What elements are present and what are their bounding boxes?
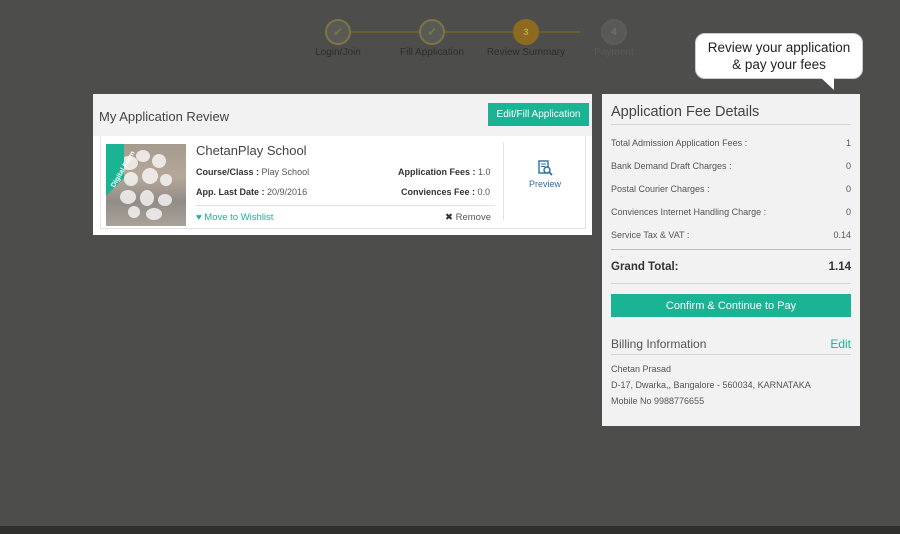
- step-label: Review Summary: [486, 47, 566, 58]
- fee-value: 0: [845, 206, 851, 217]
- fee-value: 0: [845, 160, 851, 171]
- review-header: My Application Review Edit/Fill Applicat…: [93, 94, 592, 136]
- grand-total-row: Grand Total: 1.14: [611, 259, 851, 275]
- progress-stepper: ✔ Login/Join ✔ Fill Application 3 Review…: [300, 0, 660, 70]
- fee-row: Conviences Internet Handling Charge : 0: [611, 200, 851, 223]
- step-login-join: ✔ Login/Join: [288, 19, 388, 58]
- close-icon: ✖: [445, 212, 453, 223]
- grand-total-label: Grand Total:: [611, 261, 679, 273]
- billing-title: Billing Information: [611, 337, 707, 351]
- fee-row: Postal Courier Charges : 0: [611, 177, 851, 200]
- remove-label: Remove: [455, 212, 491, 223]
- tooltip-line-1: Review your application: [707, 40, 851, 55]
- billing-header: Billing Information Edit: [611, 337, 851, 355]
- conv-fee-value: 0.0: [477, 187, 491, 197]
- conv-fee-label: Conviences Fee :: [401, 187, 476, 197]
- footer-bar: [0, 526, 900, 534]
- last-date-label: App. Last Date :: [196, 187, 265, 197]
- fee-rows: Total Admission Application Fees : 1 Ban…: [611, 131, 851, 246]
- school-image: Digital Form: [106, 144, 186, 226]
- total-divider: [611, 249, 851, 250]
- tooltip-line-2: & pay your fees: [732, 57, 826, 72]
- heart-icon: ♥: [196, 212, 202, 223]
- billing-mobile: Mobile No 9988776655: [611, 396, 705, 406]
- fee-label: Bank Demand Draft Charges :: [611, 160, 732, 171]
- app-fees-row: Application Fees : 1.0: [398, 167, 491, 177]
- step-number: 3: [513, 19, 539, 45]
- fee-value: 1: [845, 137, 851, 148]
- card-divider: [196, 205, 495, 206]
- step-fill-application: ✔ Fill Application: [382, 19, 482, 58]
- grand-total-divider: [611, 283, 851, 284]
- last-date-value: 20/9/2016: [267, 187, 308, 197]
- fee-row: Total Admission Application Fees : 1: [611, 131, 851, 154]
- school-name: ChetanPlay School: [196, 143, 307, 158]
- fee-label: Postal Courier Charges :: [611, 183, 710, 194]
- grand-total-value: 1.14: [828, 261, 851, 273]
- course-value: Play School: [261, 167, 310, 177]
- step-payment: 4 Payment: [564, 19, 664, 58]
- last-date-row: App. Last Date : 20/9/2016: [196, 187, 307, 197]
- step-review-summary: 3 Review Summary: [476, 19, 576, 58]
- document-search-icon: [525, 160, 565, 179]
- tour-tooltip: Review your application & pay your fees: [695, 33, 863, 90]
- fee-label: Conviences Internet Handling Charge :: [611, 206, 767, 217]
- fee-value: 0: [845, 183, 851, 194]
- fee-label: Total Admission Application Fees :: [611, 137, 748, 148]
- remove-link[interactable]: ✖ Remove: [445, 212, 491, 223]
- step-number: 4: [601, 19, 627, 45]
- fee-row: Service Tax & VAT : 0.14: [611, 223, 851, 246]
- card-divider-vertical: [503, 142, 504, 220]
- billing-name: Chetan Prasad: [611, 364, 672, 374]
- preview-label: Preview: [528, 179, 561, 189]
- fee-details-panel: Application Fee Details Total Admission …: [602, 94, 860, 426]
- edit-fill-application-button[interactable]: Edit/Fill Application: [488, 103, 589, 126]
- conv-fee-row: Conviences Fee : 0.0: [401, 187, 490, 197]
- fee-row: Bank Demand Draft Charges : 0: [611, 154, 851, 177]
- course-label: Course/Class :: [196, 167, 260, 177]
- billing-address: D-17, Dwarka,, Bangalore - 560034, KARNA…: [611, 380, 811, 390]
- wishlist-label: Move to Wishlist: [204, 212, 274, 223]
- preview-button[interactable]: Preview: [525, 160, 565, 189]
- step-label: Payment: [594, 47, 634, 58]
- step-label: Login/Join: [315, 47, 361, 58]
- course-row: Course/Class : Play School: [196, 167, 309, 177]
- application-card: Digital Form ChetanPlay School Course/Cl…: [100, 136, 586, 229]
- billing-edit-link[interactable]: Edit: [830, 337, 851, 351]
- fee-value: 0.14: [833, 229, 851, 240]
- fee-details-title: Application Fee Details: [611, 104, 851, 125]
- confirm-continue-pay-button[interactable]: Confirm & Continue to Pay: [611, 294, 851, 317]
- step-label: Fill Application: [400, 47, 464, 58]
- review-title: My Application Review: [99, 109, 230, 124]
- billing-details: Chetan Prasad D-17, Dwarka,, Bangalore -…: [611, 361, 851, 409]
- check-icon: ✔: [325, 19, 351, 45]
- app-fees-label: Application Fees :: [398, 167, 476, 177]
- move-to-wishlist-link[interactable]: ♥ Move to Wishlist: [196, 212, 273, 223]
- fee-label: Service Tax & VAT :: [611, 229, 690, 240]
- app-fees-value: 1.0: [478, 167, 491, 177]
- check-icon: ✔: [419, 19, 445, 45]
- application-review-panel: My Application Review Edit/Fill Applicat…: [93, 94, 592, 235]
